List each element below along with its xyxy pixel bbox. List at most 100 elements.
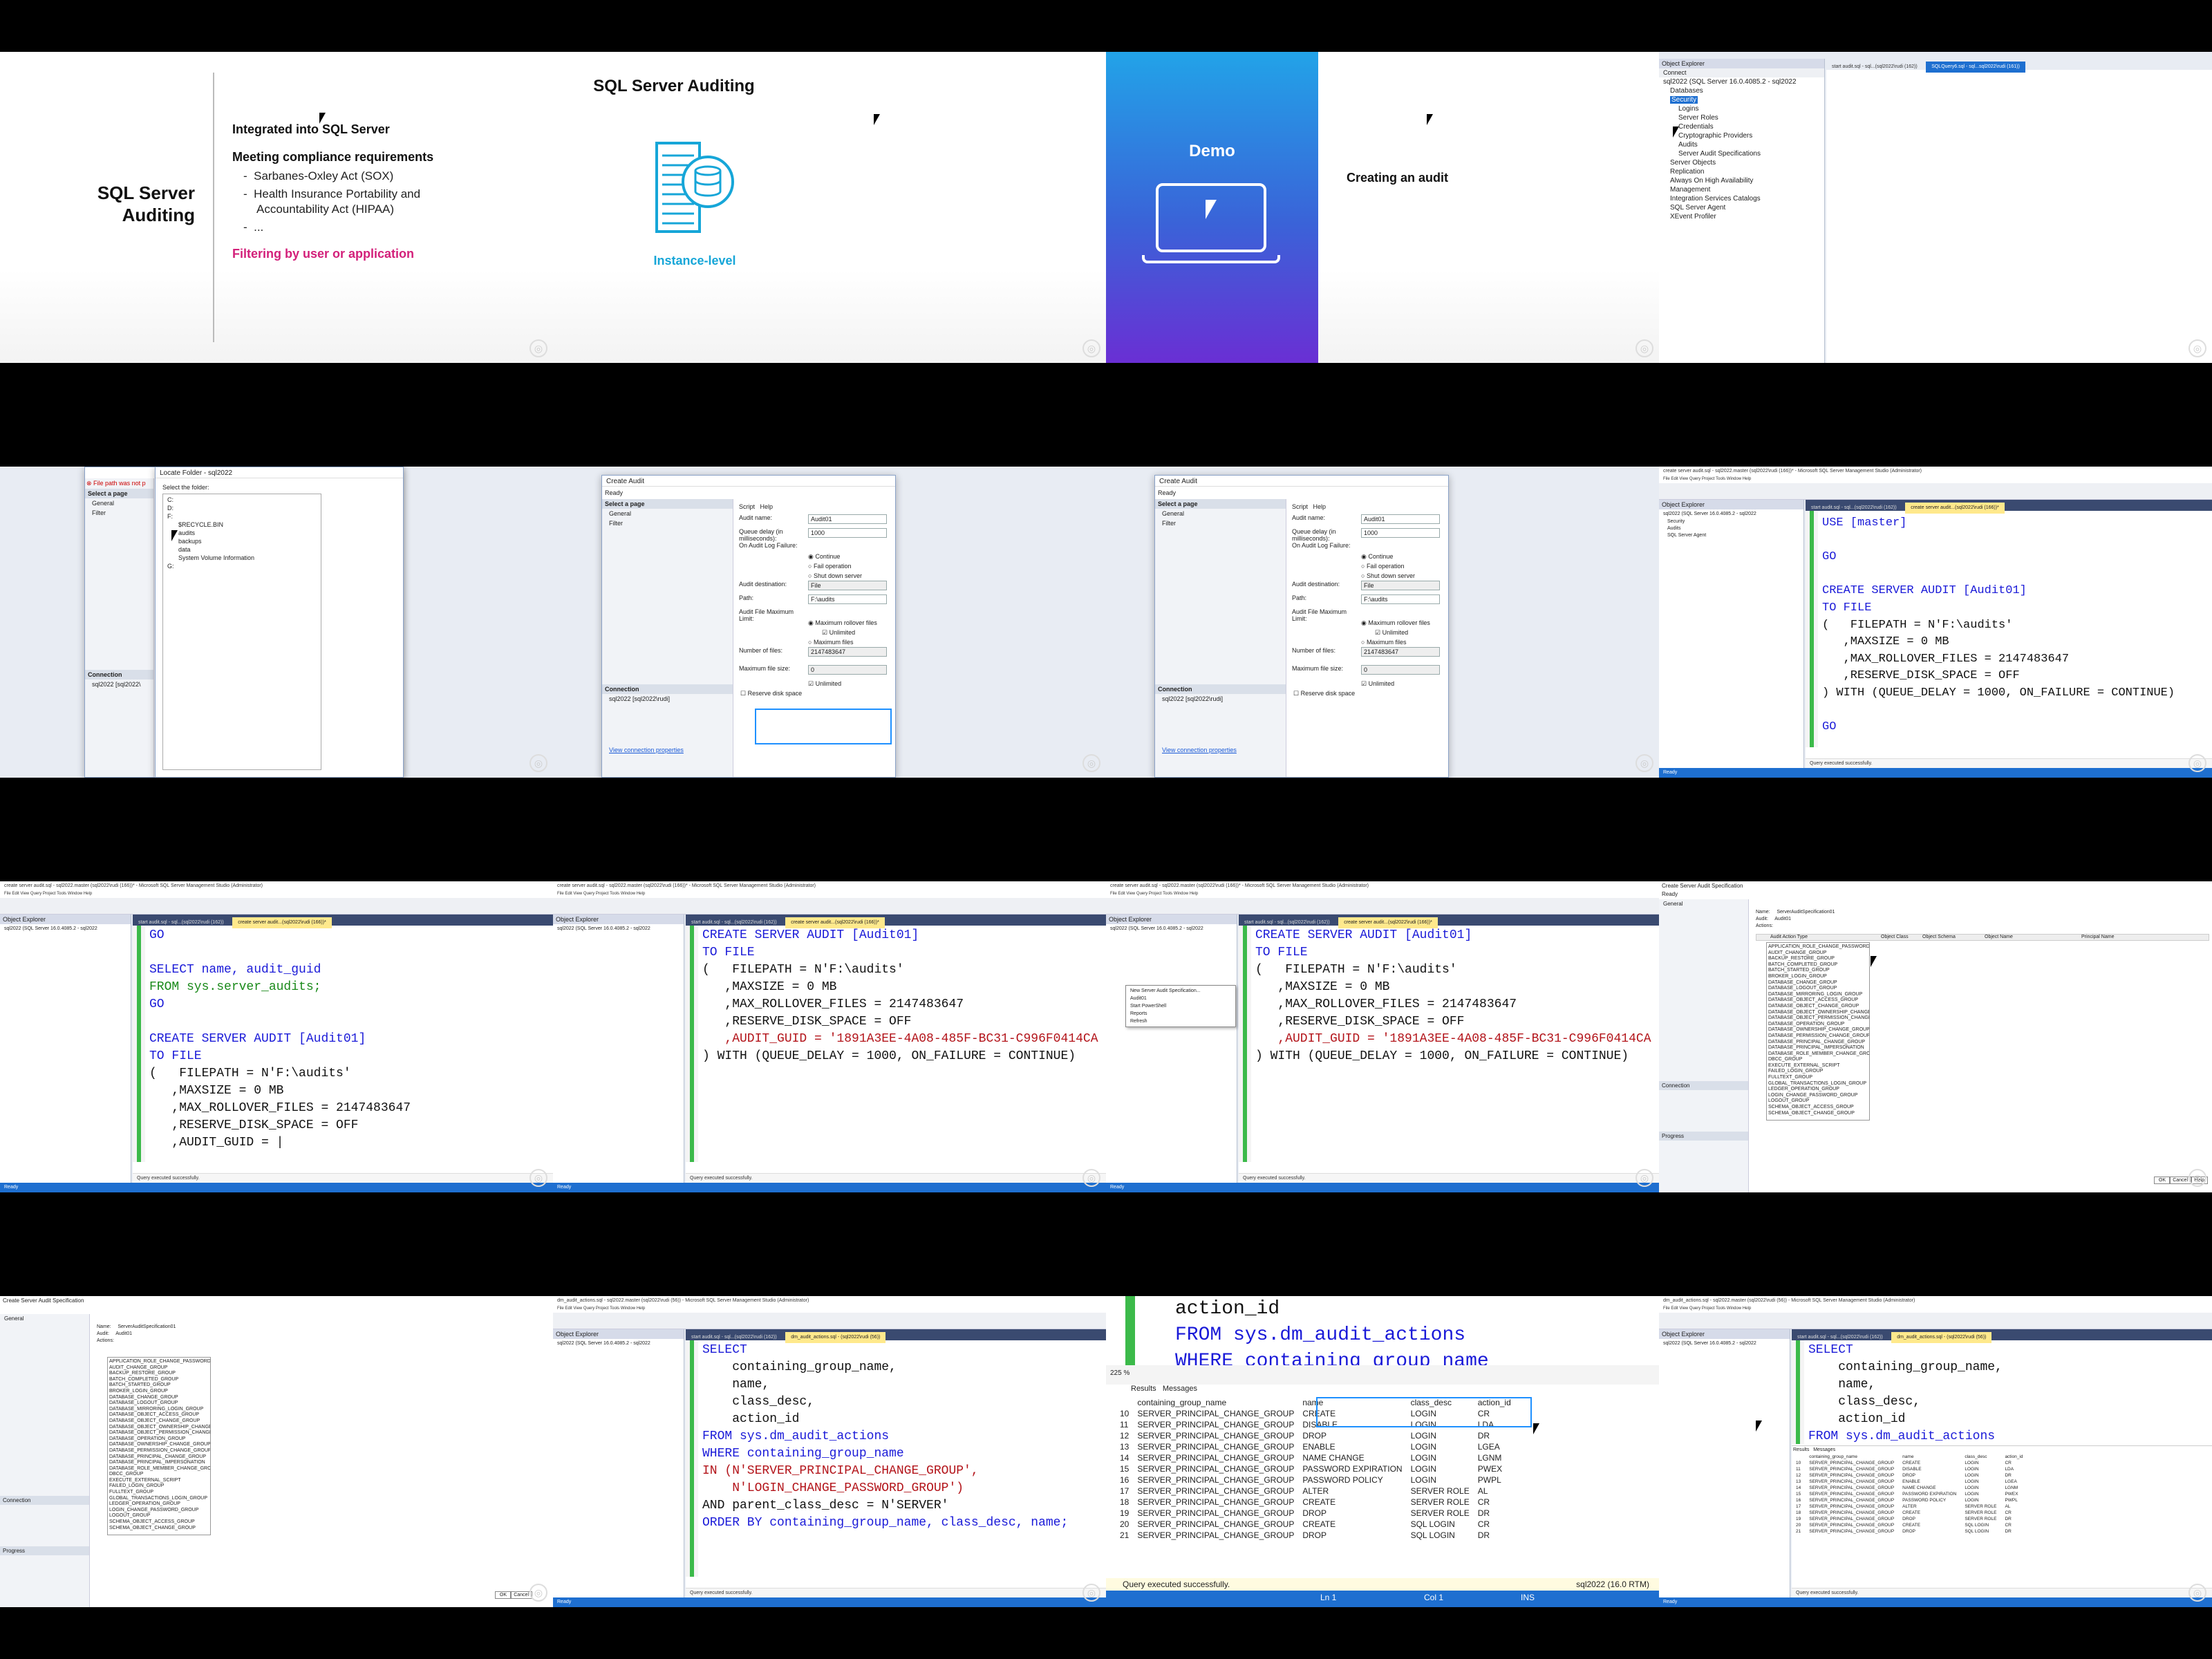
menu-audit01[interactable]: Audit01	[1130, 995, 1231, 1002]
tab-start-audit[interactable]: start audit.sql - sql...(sql2022\rudi (1…	[1806, 503, 1902, 514]
destination-select[interactable]: File	[1361, 581, 1440, 590]
num-files-input[interactable]: 2147483647	[1361, 647, 1440, 657]
action-type-option[interactable]: DATABASE_OPERATION_GROUP	[109, 1436, 209, 1443]
max-size-input[interactable]: 0	[808, 665, 887, 675]
table-row[interactable]: 18 SERVER_PRINCIPAL_CHANGE_GROUP CREATE SER…	[1116, 1497, 1515, 1508]
action-type-option[interactable]: BATCH_COMPLETED_GROUP	[109, 1377, 209, 1383]
table-row[interactable]: 12 SERVER_PRINCIPAL_CHANGE_GROUP DROP LOGIN…	[1792, 1472, 2027, 1479]
action-type-option[interactable]: LEDGER_OPERATION_GROUP	[1768, 1087, 1868, 1093]
radio-max-files[interactable]: ○ Maximum files	[1292, 637, 1444, 647]
action-type-option[interactable]: FULLTEXT_GROUP	[109, 1490, 209, 1496]
menu-reports[interactable]: Reports	[1130, 1010, 1231, 1018]
tab-messages[interactable]: Messages	[1813, 1447, 1835, 1452]
action-type-option[interactable]: DATABASE_OBJECT_ACCESS_GROUP	[1768, 997, 1868, 1004]
oe-node-audits[interactable]: Audits	[1659, 525, 1803, 532]
folder-d[interactable]: D:	[167, 504, 317, 512]
action-type-option[interactable]: APPLICATION_ROLE_CHANGE_PASSWORD_GROUP	[1768, 944, 1869, 950]
path-input[interactable]: F:\audits	[1361, 594, 1440, 604]
page-general[interactable]: General	[85, 498, 153, 508]
queue-delay-input[interactable]: 1000	[1361, 528, 1440, 538]
oe-node-audits[interactable]: Audits	[1659, 140, 1824, 149]
action-type-option[interactable]: DATABASE_ROLE_MEMBER_CHANGE_GROUP	[1768, 1051, 1869, 1058]
checkbox-unlimited-size[interactable]: ☑ Unlimited	[739, 679, 891, 688]
table-row[interactable]: 20 SERVER_PRINCIPAL_CHANGE_GROUP CREATE SQL…	[1116, 1519, 1515, 1530]
action-type-option[interactable]: LOGOUT_GROUP	[1768, 1098, 1868, 1105]
script-button[interactable]: Script	[1292, 503, 1308, 510]
oe-node-crypto[interactable]: Cryptographic Providers	[1659, 131, 1824, 140]
help-button[interactable]: Help	[1313, 503, 1327, 510]
action-type-option[interactable]: DATABASE_OBJECT_ACCESS_GROUP	[109, 1412, 209, 1418]
action-type-option[interactable]: DATABASE_OBJECT_CHANGE_GROUP	[1768, 1004, 1868, 1010]
action-type-option[interactable]: BACKUP_RESTORE_GROUP	[1768, 956, 1868, 962]
column-header[interactable]: containing_group_name	[1805, 1454, 1898, 1460]
action-type-option[interactable]: DATABASE_OBJECT_CHANGE_GROUP	[109, 1418, 209, 1425]
folder-audits[interactable]: audits	[167, 529, 317, 537]
radio-shutdown[interactable]: ○ Shut down server	[1292, 571, 1444, 581]
action-type-option[interactable]: AUDIT_CHANGE_GROUP	[1768, 950, 1868, 957]
menu-refresh[interactable]: Refresh	[1130, 1018, 1231, 1025]
audit-name-input[interactable]: Audit01	[808, 514, 887, 524]
num-files-input[interactable]: 2147483647	[808, 647, 887, 657]
server-node[interactable]: sql2022 (SQL Server 16.0.4085.2 - sql202…	[1106, 924, 1237, 933]
ok-button[interactable]: OK	[2153, 1177, 2171, 1184]
table-row[interactable]: 14 SERVER_PRINCIPAL_CHANGE_GROUP NAME CHAN…	[1116, 1452, 1515, 1463]
action-type-option[interactable]: DBCC_GROUP	[1768, 1057, 1868, 1063]
help-button[interactable]: Help	[760, 503, 774, 510]
column-header[interactable]: class_desc	[1960, 1454, 2000, 1460]
zoom-level[interactable]: 225 %	[1110, 1369, 1130, 1377]
action-type-option[interactable]: DATABASE_MIRRORING_LOGIN_GROUP	[1768, 992, 1868, 998]
action-type-option[interactable]: LOGIN_CHANGE_PASSWORD_GROUP	[1768, 1093, 1868, 1099]
action-type-option[interactable]: FULLTEXT_GROUP	[1768, 1075, 1868, 1081]
column-header[interactable]: containing_group_name	[1133, 1397, 1298, 1408]
oe-node-credentials[interactable]: Credentials	[1659, 122, 1824, 131]
code-editor[interactable]: CREATE SERVER AUDIT [Audit01] TO FILE ( …	[1255, 927, 1659, 1065]
action-type-option[interactable]: GLOBAL_TRANSACTIONS_LOGIN_GROUP	[109, 1496, 209, 1502]
page-filter[interactable]: Filter	[1155, 518, 1286, 528]
code-editor[interactable]: SELECT containing_group_name, name, clas…	[702, 1342, 1106, 1532]
folder-f[interactable]: F:	[167, 512, 317, 521]
tab-messages[interactable]: Messages	[1163, 1385, 1197, 1393]
oe-node-management[interactable]: Management	[1659, 185, 1824, 194]
tab-sqlquery6[interactable]: SQLQuery6.sql - sql...sql2022\rudi (161)…	[1926, 62, 2025, 73]
action-type-option[interactable]: LOGOUT_GROUP	[109, 1513, 209, 1519]
column-header[interactable]: name	[1898, 1454, 1960, 1460]
oe-node-replication[interactable]: Replication	[1659, 167, 1824, 176]
action-type-option[interactable]: EXECUTE_EXTERNAL_SCRIPT	[109, 1478, 209, 1484]
max-size-input[interactable]: 0	[1361, 665, 1440, 675]
action-type-option[interactable]: EXECUTE_EXTERNAL_SCRIPT	[1768, 1063, 1868, 1069]
action-type-option[interactable]: FAILED_LOGIN_GROUP	[1768, 1069, 1868, 1075]
radio-max-files[interactable]: ○ Maximum files	[739, 637, 891, 647]
action-type-option[interactable]: BROKER_LOGIN_GROUP	[109, 1389, 209, 1395]
oe-node-always-on[interactable]: Always On High Availability	[1659, 176, 1824, 185]
connect-button[interactable]: Connect	[1659, 68, 1824, 77]
table-row[interactable]: 17 SERVER_PRINCIPAL_CHANGE_GROUP ALTER SERV…	[1116, 1485, 1515, 1497]
action-type-option[interactable]: BROKER_LOGIN_GROUP	[1768, 974, 1868, 980]
checkbox-reserve[interactable]: ☐ Reserve disk space	[739, 688, 891, 698]
table-row[interactable]: 16 SERVER_PRINCIPAL_CHANGE_GROUP PASSWORD …	[1116, 1474, 1515, 1485]
table-row[interactable]: 19 SERVER_PRINCIPAL_CHANGE_GROUP DROP SERVE…	[1792, 1516, 2027, 1522]
menu-powershell[interactable]: Start PowerShell	[1130, 1002, 1231, 1010]
table-row[interactable]: 21 SERVER_PRINCIPAL_CHANGE_GROUP DROP SQL L…	[1792, 1528, 2027, 1535]
action-type-option[interactable]: DATABASE_PERMISSION_CHANGE_GROUP	[1768, 1033, 1869, 1040]
checkbox-unlimited-files[interactable]: ☑ Unlimited	[1292, 628, 1444, 637]
action-type-option[interactable]: DATABASE_PERMISSION_CHANGE_GROUP	[109, 1448, 210, 1454]
table-row[interactable]: 19 SERVER_PRINCIPAL_CHANGE_GROUP DROP SERVE…	[1116, 1508, 1515, 1519]
ok-button[interactable]: OK	[494, 1591, 512, 1599]
server-node[interactable]: sql2022 (SQL Server 16.0.4085.2 - sql202…	[1659, 1339, 1790, 1348]
action-type-option[interactable]: SCHEMA_OBJECT_ACCESS_GROUP	[109, 1519, 209, 1526]
action-type-option[interactable]: DATABASE_OPERATION_GROUP	[1768, 1022, 1868, 1028]
oe-node-databases[interactable]: Databases	[1659, 86, 1824, 95]
action-type-dropdown[interactable]: APPLICATION_ROLE_CHANGE_PASSWORD_GROUPAU…	[1766, 942, 1870, 1121]
radio-shutdown[interactable]: ○ Shut down server	[739, 571, 891, 581]
tab-start-audit[interactable]: start audit.sql - sql...(sql2022\rudi (1…	[1826, 62, 1923, 73]
table-row[interactable]: 21 SERVER_PRINCIPAL_CHANGE_GROUP DROP SQL L…	[1116, 1530, 1515, 1541]
action-type-option[interactable]: DATABASE_OBJECT_PERMISSION_CHANGE	[109, 1430, 210, 1436]
radio-fail[interactable]: ○ Fail operation	[1292, 561, 1444, 571]
action-type-option[interactable]: FAILED_LOGIN_GROUP	[109, 1483, 209, 1490]
page-general[interactable]: General	[0, 1314, 89, 1323]
table-row[interactable]: 11 SERVER_PRINCIPAL_CHANGE_GROUP DISABLE LO…	[1792, 1466, 2027, 1472]
folder-g[interactable]: G:	[167, 562, 317, 570]
action-type-option[interactable]: DATABASE_MIRRORING_LOGIN_GROUP	[109, 1407, 209, 1413]
action-type-option[interactable]: DATABASE_ROLE_MEMBER_CHANGE_GROUP	[109, 1466, 210, 1472]
action-type-option[interactable]: LOGIN_CHANGE_PASSWORD_GROUP	[109, 1508, 209, 1514]
